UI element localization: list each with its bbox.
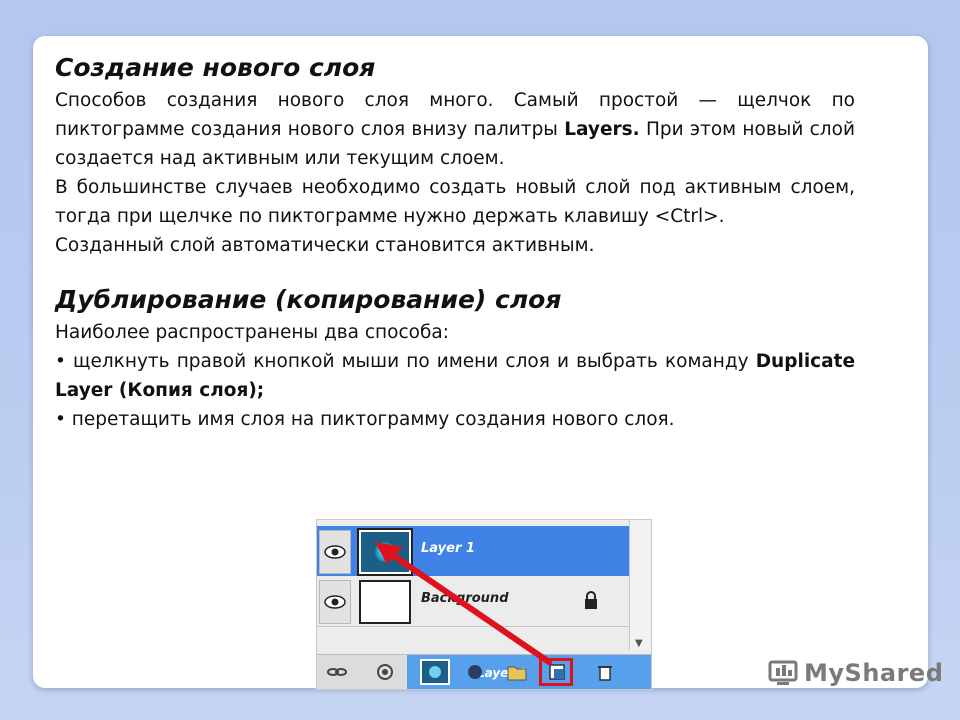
myshared-logo: MyShared — [768, 656, 943, 690]
section2-intro: Наиболее распространены два способа: — [55, 322, 449, 343]
slide-content: Создание нового слоя Способов создания н… — [55, 50, 855, 434]
red-arrow-icon — [375, 542, 552, 665]
bullet1-text: • щелкнуть правой кнопкой мыши по имени … — [55, 351, 756, 372]
section1-paragraph-2: В большинстве случаев необходимо создать… — [55, 177, 855, 227]
p1-bold: Layers. — [564, 119, 640, 140]
section1-paragraph-3: Созданный слой автоматически становится … — [55, 235, 595, 256]
layers-panel-screenshot: Layer 1 Background ▼ Layer 1 — [316, 519, 652, 690]
section2-title: Дублирование (копирование) слоя — [55, 285, 562, 314]
section1-paragraph-1: Способов создания нового слоя много. Сам… — [55, 86, 855, 173]
section2-bullet-2: • перетащить имя слоя на пиктограмму соз… — [55, 409, 675, 430]
logo-icon — [768, 660, 798, 685]
section1-title: Создание нового слоя — [55, 53, 376, 82]
logo-text: MyShared — [804, 659, 944, 687]
section2-bullet-1: • щелкнуть правой кнопкой мыши по имени … — [55, 347, 855, 405]
